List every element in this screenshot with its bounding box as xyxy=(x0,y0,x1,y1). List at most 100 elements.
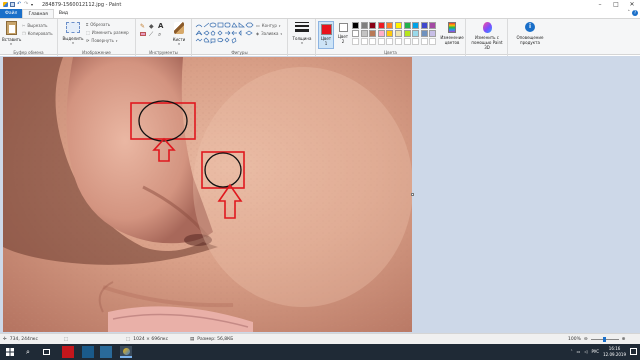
palette-empty-swatch[interactable] xyxy=(429,38,437,45)
zoom-slider[interactable] xyxy=(590,336,619,342)
ribbon-collapse-icon[interactable]: ˄ xyxy=(628,10,631,16)
fill-bucket-icon: ◈ xyxy=(256,31,260,36)
tab-view[interactable]: Вид xyxy=(54,9,73,18)
palette-color-swatch[interactable] xyxy=(360,30,368,37)
color1-swatch xyxy=(320,24,332,35)
palette-color-swatch[interactable] xyxy=(386,30,394,37)
network-icon[interactable]: ▭ xyxy=(577,349,581,355)
taskbar-app-paint[interactable] xyxy=(120,346,132,358)
edit-colors-button[interactable]: Изменение цветов xyxy=(438,22,466,45)
redo-icon[interactable]: ↷ xyxy=(24,2,29,7)
palette-color-swatch[interactable] xyxy=(377,22,385,29)
tray-chevron-icon[interactable]: ˄ xyxy=(571,349,573,355)
customize-qa-icon[interactable]: ▾ xyxy=(31,2,36,7)
drawing-canvas[interactable] xyxy=(3,57,412,332)
palette-empty-swatch[interactable] xyxy=(420,38,428,45)
image-group: Выделить ▾ ⌗ Обрезать ⬚ Изменить размер … xyxy=(58,19,136,56)
task-view-button[interactable] xyxy=(40,346,52,358)
palette-color-swatch[interactable] xyxy=(420,30,428,37)
palette-color-swatch[interactable] xyxy=(403,22,411,29)
palette-empty-swatch[interactable] xyxy=(352,38,359,45)
start-button[interactable] xyxy=(4,346,16,358)
shapes-gallery[interactable] xyxy=(195,22,255,46)
cut-button[interactable]: ✂ Вырезать xyxy=(22,23,48,28)
palette-color-swatch[interactable] xyxy=(352,30,359,37)
volume-icon[interactable]: ◁ xyxy=(584,349,587,355)
zoom-out-button[interactable]: ⊖ xyxy=(584,337,588,342)
notification-button[interactable] xyxy=(630,348,637,355)
fill-icon[interactable]: ◆ xyxy=(149,23,154,30)
palette-color-swatch[interactable] xyxy=(369,30,377,37)
paste-button[interactable]: Вставить ▾ xyxy=(2,21,21,46)
info-icon: i xyxy=(525,22,535,32)
zoom-slider-thumb[interactable] xyxy=(602,336,606,342)
file-size-icon: ▤ xyxy=(190,336,195,342)
taskbar-app-red[interactable] xyxy=(62,346,74,358)
search-taskbar-button[interactable]: ⌕ xyxy=(22,346,34,358)
canvas-area[interactable] xyxy=(0,56,640,333)
palette-color-swatch[interactable] xyxy=(395,30,402,37)
resize-button[interactable]: ⬚ Изменить размер xyxy=(86,30,129,35)
close-button[interactable]: ✕ xyxy=(624,0,640,9)
color-picker-icon[interactable]: ⟋ xyxy=(149,31,153,39)
palette-empty-swatch[interactable] xyxy=(395,38,402,45)
select-button[interactable]: Выделить ▾ xyxy=(62,22,84,45)
palette-color-swatch[interactable] xyxy=(369,22,377,29)
paint3d-button[interactable]: Изменить с помощью Paint 3D xyxy=(468,22,506,50)
magnifier-icon[interactable]: ⌕ xyxy=(158,31,161,39)
palette-empty-swatch[interactable] xyxy=(412,38,420,45)
color2-swatch xyxy=(338,23,348,32)
fill-button[interactable]: ◈ Заливка ▾ xyxy=(256,31,282,36)
save-icon[interactable] xyxy=(10,2,15,7)
tab-file[interactable]: Файл xyxy=(0,9,23,18)
brush-icon xyxy=(174,22,184,34)
language-indicator[interactable]: РУС xyxy=(591,349,599,355)
undo-icon[interactable]: ↶ xyxy=(17,2,22,7)
tab-home[interactable]: Главная xyxy=(22,9,54,18)
palette-color-swatch[interactable] xyxy=(412,30,420,37)
color1-button[interactable]: Цвет 1 xyxy=(318,21,334,49)
palette-color-swatch[interactable] xyxy=(360,22,368,29)
title-bar: ↶ ↷ ▾ 284879-1560012112.jpg - Paint – □ … xyxy=(0,0,640,9)
palette-color-swatch[interactable] xyxy=(395,22,402,29)
color2-button[interactable]: Цвет 2 xyxy=(336,23,350,44)
palette-empty-swatch[interactable] xyxy=(377,38,385,45)
crop-button[interactable]: ⌗ Обрезать xyxy=(86,22,110,27)
taskbar: ⌕ ˄ ▭ ◁ РУС 16:16 12.09.2019 xyxy=(0,344,640,360)
maximize-button[interactable]: □ xyxy=(608,0,624,9)
rotate-button[interactable]: ⟳ Повернуть ▾ xyxy=(86,38,117,43)
selection-size: ⬚ xyxy=(64,337,68,342)
minimize-button[interactable]: – xyxy=(592,0,608,9)
palette-color-swatch[interactable] xyxy=(403,30,411,37)
palette-empty-swatch[interactable] xyxy=(403,38,411,45)
palette-empty-swatch[interactable] xyxy=(386,38,394,45)
zoom-in-button[interactable]: ⊕ xyxy=(622,337,626,342)
clipboard-group-label: Буфер обмена xyxy=(13,50,44,55)
taskbar-app-media[interactable] xyxy=(82,346,94,358)
palette-empty-swatch[interactable] xyxy=(360,38,368,45)
eraser-icon[interactable] xyxy=(140,32,146,36)
outline-button[interactable]: ▭ Контур ▾ xyxy=(256,23,280,28)
clock-date[interactable]: 12.09.2019 xyxy=(603,352,626,358)
palette-color-swatch[interactable] xyxy=(412,22,420,29)
taskbar-app-monitor[interactable] xyxy=(100,346,112,358)
palette-color-swatch[interactable] xyxy=(429,22,437,29)
image-group-label: Изображение xyxy=(82,50,111,55)
palette-color-swatch[interactable] xyxy=(377,30,385,37)
brushes-button[interactable]: Кисти ▾ xyxy=(169,22,189,46)
canvas-resize-handle[interactable] xyxy=(411,193,414,196)
size-button[interactable]: Толщина ▾ xyxy=(291,22,313,45)
palette-color-swatch[interactable] xyxy=(352,22,359,29)
text-icon[interactable]: A xyxy=(158,22,163,30)
zoom-level: 100% xyxy=(568,336,581,342)
help-icon[interactable]: ? xyxy=(632,10,638,16)
palette-empty-swatch[interactable] xyxy=(369,38,377,45)
pencil-icon[interactable]: ✎ xyxy=(140,23,145,30)
copy-button[interactable]: ❐ Копировать xyxy=(22,31,53,36)
paint-taskbar-icon xyxy=(122,347,130,355)
palette-color-swatch[interactable] xyxy=(420,22,428,29)
palette-color-swatch[interactable] xyxy=(429,30,437,37)
palette-color-swatch[interactable] xyxy=(386,22,394,29)
product-alert-button[interactable]: i Оповещение продукта xyxy=(510,22,550,45)
task-view-icon xyxy=(42,349,50,355)
